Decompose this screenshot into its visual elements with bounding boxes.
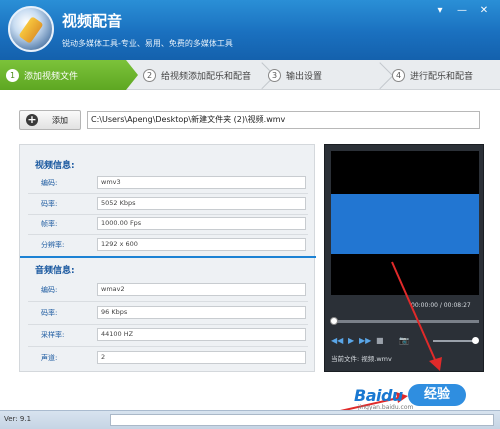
status-progress — [110, 414, 494, 426]
snapshot-camera-icon[interactable]: 📷 — [399, 335, 409, 347]
row-label: 分辨率: — [41, 241, 65, 249]
add-file-button[interactable]: + 添加 — [19, 110, 81, 130]
audio-channels-row: 声道: 2 — [20, 351, 316, 365]
status-bar: Ver: 9.1 — [0, 410, 500, 429]
volume-handle[interactable] — [472, 337, 479, 344]
row-value: 44100 HZ — [97, 328, 306, 341]
step-separator — [254, 60, 266, 90]
divider — [28, 301, 308, 302]
row-label: 编码: — [41, 179, 58, 187]
row-value: 2 — [97, 351, 306, 364]
app-subtitle: 锐动多媒体工具-专业、易用、免费的多媒体工具 — [62, 39, 233, 48]
close-icon[interactable]: ✕ — [474, 4, 494, 18]
step-number: 2 — [143, 68, 156, 82]
rewind-icon[interactable]: ◀◀ — [331, 335, 343, 347]
audio-codec-row: 编码: wmav2 — [20, 283, 316, 297]
video-frame — [331, 194, 479, 254]
time-display: 00:00:00 / 00:08:27 — [411, 302, 471, 309]
audio-samplerate-row: 采样率: 44100 HZ — [20, 328, 316, 342]
section-divider — [20, 256, 316, 258]
add-button-label: 添加 — [52, 115, 68, 125]
player-controls: ◀◀ ▶ ▶▶ ■ 📷 — [331, 335, 479, 347]
watermark-badge: 经验 — [408, 384, 466, 406]
minimize-icon[interactable]: — — [452, 4, 472, 18]
divider — [28, 193, 308, 194]
app-logo-icon — [8, 6, 54, 52]
step-output-settings[interactable]: 3 输出设置 — [268, 60, 322, 90]
seek-slider[interactable] — [330, 317, 479, 325]
step-label: 添加视频文件 — [24, 71, 79, 82]
video-codec-row: 编码: wmv3 — [20, 176, 316, 190]
app-title: 视频配音 — [62, 12, 123, 30]
step-separator — [372, 60, 384, 90]
row-label: 码率: — [41, 200, 58, 208]
volume-slider[interactable] — [433, 337, 479, 344]
step-process[interactable]: 4 进行配乐和配音 — [392, 60, 473, 90]
menu-dropdown-icon[interactable]: ▾ — [430, 4, 450, 18]
row-value: 5052 Kbps — [97, 197, 306, 210]
media-info-panel: 视频信息: 编码: wmv3 码率: 5052 Kbps 帧率: 1000.00… — [19, 144, 316, 372]
video-bitrate-row: 码率: 5052 Kbps — [20, 197, 316, 211]
audio-info-title: 音频信息: — [35, 266, 75, 276]
divider — [28, 324, 308, 325]
divider — [28, 346, 308, 347]
row-value: 1000.00 Fps — [97, 217, 306, 230]
divider — [28, 234, 308, 235]
wizard-steps: 1 添加视频文件 2 给视频添加配乐和配音 3 输出设置 4 进行配乐和配音 — [0, 60, 500, 90]
row-label: 码率: — [41, 309, 58, 317]
row-value: 96 Kbps — [97, 306, 306, 319]
step-label: 给视频添加配乐和配音 — [161, 71, 252, 82]
current-file-label: 当前文件: 视频.wmv — [331, 355, 392, 363]
step-number: 1 — [6, 68, 19, 82]
step-add-video[interactable]: 1 添加视频文件 — [0, 60, 138, 90]
step-number: 4 — [392, 68, 405, 82]
version-label: Ver: 9.1 — [4, 415, 32, 423]
step-add-music-dubbing[interactable]: 2 给视频添加配乐和配音 — [143, 60, 251, 90]
seek-handle[interactable] — [330, 317, 338, 325]
file-path-field[interactable]: C:\Users\Apeng\Desktop\新建文件夹 (2)\视频.wmv — [87, 111, 480, 129]
row-label: 采样率: — [41, 331, 65, 339]
row-label: 声道: — [41, 354, 58, 362]
video-info-title: 视频信息: — [35, 161, 75, 171]
plus-icon: + — [26, 113, 38, 126]
video-resolution-row: 分辨率: 1292 x 600 — [20, 238, 316, 252]
window-controls: ▾ — ✕ — [430, 4, 494, 18]
step-label: 输出设置 — [286, 71, 323, 82]
watermark-text: Baidu — [354, 386, 403, 405]
row-value: wmv3 — [97, 176, 306, 189]
video-preview — [331, 151, 479, 295]
row-label: 帧率: — [41, 220, 58, 228]
fast-forward-icon[interactable]: ▶▶ — [359, 335, 371, 347]
row-value: 1292 x 600 — [97, 238, 306, 251]
baidu-watermark: Baidu 经验 jingyan.baidu.com — [348, 382, 468, 412]
step-number: 3 — [268, 68, 281, 82]
audio-bitrate-row: 码率: 96 Kbps — [20, 306, 316, 320]
title-bar: 视频配音 锐动多媒体工具-专业、易用、免费的多媒体工具 ▾ — ✕ — [0, 0, 500, 60]
video-framerate-row: 帧率: 1000.00 Fps — [20, 217, 316, 231]
stop-icon[interactable]: ■ — [376, 335, 384, 347]
divider — [28, 214, 308, 215]
video-player: 00:00:00 / 00:08:27 ◀◀ ▶ ▶▶ ■ 📷 当前文件: 视频… — [324, 144, 484, 372]
row-label: 编码: — [41, 286, 58, 294]
step-label: 进行配乐和配音 — [410, 71, 474, 82]
row-value: wmav2 — [97, 283, 306, 296]
play-icon[interactable]: ▶ — [348, 335, 354, 347]
